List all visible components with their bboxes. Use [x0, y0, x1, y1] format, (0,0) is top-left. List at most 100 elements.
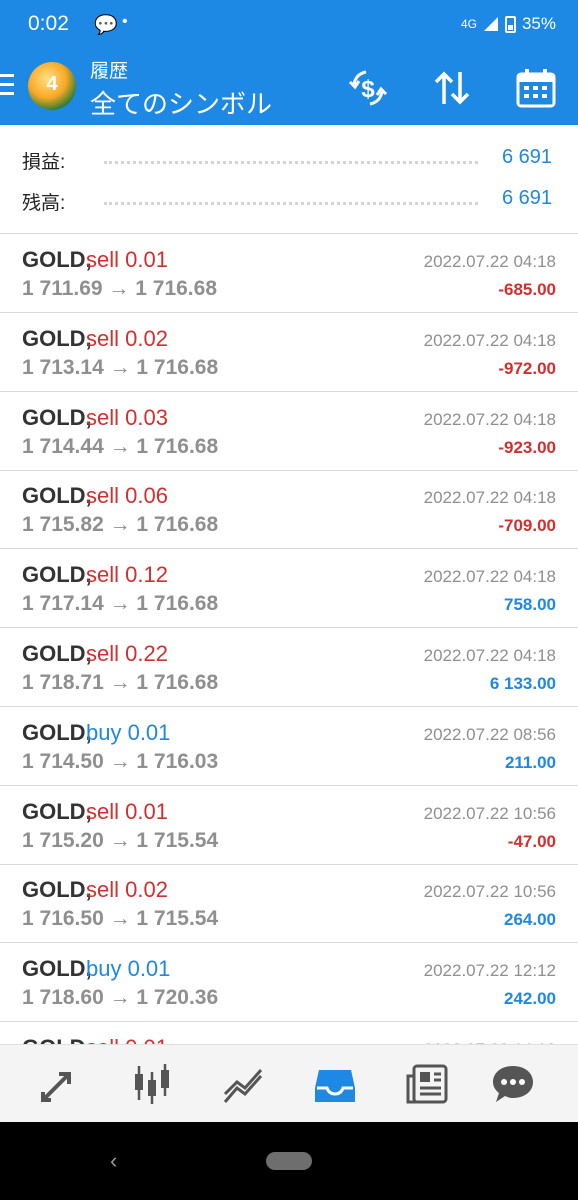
currency-exchange-icon[interactable]: $	[344, 64, 392, 112]
battery-level: 35%	[521, 14, 556, 33]
history-inbox-icon[interactable]	[313, 1062, 357, 1106]
trade-side: buy 0.01	[86, 719, 171, 745]
trade-prices: 1 715.82 → 1 716.68	[22, 513, 219, 537]
trade-prices: 1 711.69 → 1 716.68	[22, 277, 217, 300]
trade-symbol: GOLD,	[22, 719, 92, 745]
trade-time: 2022.07.22 04:18	[423, 330, 556, 350]
balance-label: 残高:	[22, 193, 66, 214]
balance-value: 6 691	[501, 187, 552, 209]
status-time: 0:02	[28, 12, 69, 35]
candlestick-icon[interactable]	[130, 1062, 174, 1106]
news-icon[interactable]	[406, 1062, 450, 1106]
trade-row[interactable]: GOLD, buy 0.01 1 714.50 → 1 716.03 2022.07.…	[0, 707, 578, 786]
trade-prices: 1 718.60 → 1 720.36	[22, 986, 219, 1010]
trade-time: 2022.07.22 04:18	[423, 252, 556, 271]
trade-profit: -47.00	[507, 831, 556, 851]
trade-time: 2022.07.22 10:56	[423, 882, 556, 902]
status-right: 4G 35%	[461, 14, 556, 34]
page-title[interactable]: 全てのシンボル	[90, 84, 272, 121]
leader-dots	[104, 161, 478, 164]
page-subtitle: 履歴	[90, 61, 129, 82]
trade-symbol: GOLD,	[22, 404, 92, 430]
profit-value: 6 691	[501, 146, 552, 168]
trade-time: 2022.07.22 08:56	[423, 724, 556, 744]
summary-panel: 損益: 6 691 残高: 6 691	[0, 125, 578, 234]
trade-row[interactable]: GOLD, sell 0.02 1 716.50 → 1 715.54 2022.07…	[0, 864, 578, 944]
trade-time: 2022.07.22 12:12	[423, 961, 556, 981]
trade-time: 2022.07.22 04:18	[423, 646, 556, 665]
trade-symbol: GOLD,	[22, 956, 92, 982]
trade-prices: 1 717.14 → 1 716.68	[22, 592, 219, 616]
trade-prices: 1 715.20 → 1 715.54	[22, 828, 219, 852]
trade-time: 2022.07.22 10:56	[423, 803, 556, 823]
trade-profit: -923.00	[498, 437, 556, 457]
trade-row[interactable]: GOLD, buy 0.01 1 718.60 → 1 720.36 2022.07.…	[0, 943, 578, 1023]
trade-side: sell 0.03	[86, 404, 168, 430]
trade-side: sell 0.06	[86, 483, 168, 509]
profit-label: 損益:	[22, 152, 66, 173]
chat-icon[interactable]	[491, 1062, 535, 1106]
battery-icon	[504, 15, 516, 33]
status-bar: 0:02 💬 • 4G 35%	[0, 0, 578, 48]
trade-profit: 6 133.00	[489, 674, 556, 693]
trade-row[interactable]: GOLD,sell 0.012022.07.22 14:10	[0, 1022, 578, 1044]
trade-symbol: GOLD,	[22, 325, 92, 351]
trade-symbol: GOLD,	[22, 877, 92, 903]
trade-time: 2022.07.22 04:18	[423, 409, 556, 429]
leader-dots	[104, 202, 478, 205]
menu-icon[interactable]	[0, 74, 16, 100]
trade-side: sell 0.02	[86, 325, 168, 351]
trade-side: buy 0.01	[86, 956, 171, 982]
svg-text:$: $	[361, 76, 375, 103]
trade-symbol: GOLD,	[22, 562, 92, 588]
app-logo-text: 4	[46, 73, 58, 95]
trade-arrows-icon[interactable]	[37, 1062, 81, 1106]
trade-prices: 1 714.44 → 1 716.68	[22, 434, 219, 458]
trade-row[interactable]: GOLD, sell 0.12 1 717.14 → 1 716.68 2022.07…	[0, 549, 578, 629]
trade-profit: 264.00	[504, 910, 556, 930]
chart-line-icon[interactable]	[221, 1062, 265, 1106]
back-icon[interactable]: ‹	[110, 1148, 117, 1174]
notification-dot-icon: •	[122, 13, 128, 30]
trade-profit: -709.00	[498, 516, 556, 536]
trade-prices: 1 714.50 → 1 716.03	[22, 749, 219, 773]
trade-symbol: GOLD,	[22, 1035, 92, 1044]
trade-profit: 242.00	[504, 989, 556, 1009]
bottom-nav	[0, 1044, 578, 1123]
trade-profit: -972.00	[498, 358, 556, 378]
trade-row[interactable]: GOLD, sell 0.22 1 718.71 → 1 716.68 2022.07…	[0, 628, 578, 707]
trade-profit: -685.00	[498, 280, 556, 299]
trade-list[interactable]: GOLD, sell 0.01 1 711.69 → 1 716.68 2022.07…	[0, 234, 578, 1044]
trade-row[interactable]: GOLD, sell 0.03 1 714.44 → 1 716.68 2022.07…	[0, 392, 578, 471]
trade-symbol: GOLD,	[22, 798, 92, 824]
network-type: 4G	[460, 17, 477, 31]
notification-icon: 💬	[94, 15, 118, 36]
trade-row[interactable]: GOLD, sell 0.01 1 711.69 → 1 716.68 2022.07…	[0, 234, 578, 313]
trade-side: sell 0.01	[86, 798, 168, 824]
trade-side: sell 0.01	[86, 1035, 168, 1044]
trade-time: 2022.07.22 04:18	[423, 567, 556, 587]
trade-row[interactable]: GOLD, sell 0.06 1 715.82 → 1 716.68 2022.07…	[0, 470, 578, 550]
trade-profit: 211.00	[504, 752, 556, 772]
trade-row[interactable]: GOLD, sell 0.02 1 713.14 → 1 716.68 2022.07…	[0, 313, 578, 392]
trade-side: sell 0.12	[86, 562, 168, 588]
trade-side: sell 0.01	[86, 247, 168, 272]
signal-icon	[483, 17, 498, 31]
calendar-icon[interactable]	[512, 64, 560, 112]
app-logo: 4	[28, 62, 76, 110]
trade-side: sell 0.22	[86, 641, 168, 666]
trade-symbol: GOLD,	[22, 641, 92, 666]
trade-symbol: GOLD,	[22, 483, 92, 509]
trade-side: sell 0.02	[86, 877, 168, 903]
home-pill[interactable]	[266, 1152, 312, 1170]
trade-prices: 1 716.50 → 1 715.54	[22, 907, 219, 931]
trade-row[interactable]: GOLD, sell 0.01 1 715.20 → 1 715.54 2022.07…	[0, 786, 578, 865]
trade-prices: 1 713.14 → 1 716.68	[22, 355, 219, 379]
sort-icon[interactable]	[428, 64, 476, 112]
app-bar: 4 履歴 全てのシンボル $	[0, 48, 578, 125]
balance-row: 残高: 6 691	[0, 182, 578, 218]
trade-prices: 1 718.71 → 1 716.68	[22, 671, 219, 694]
trade-time: 2022.07.22 04:18	[423, 488, 556, 508]
trade-profit: 758.00	[504, 595, 556, 615]
profit-row: 損益: 6 691	[0, 141, 578, 177]
